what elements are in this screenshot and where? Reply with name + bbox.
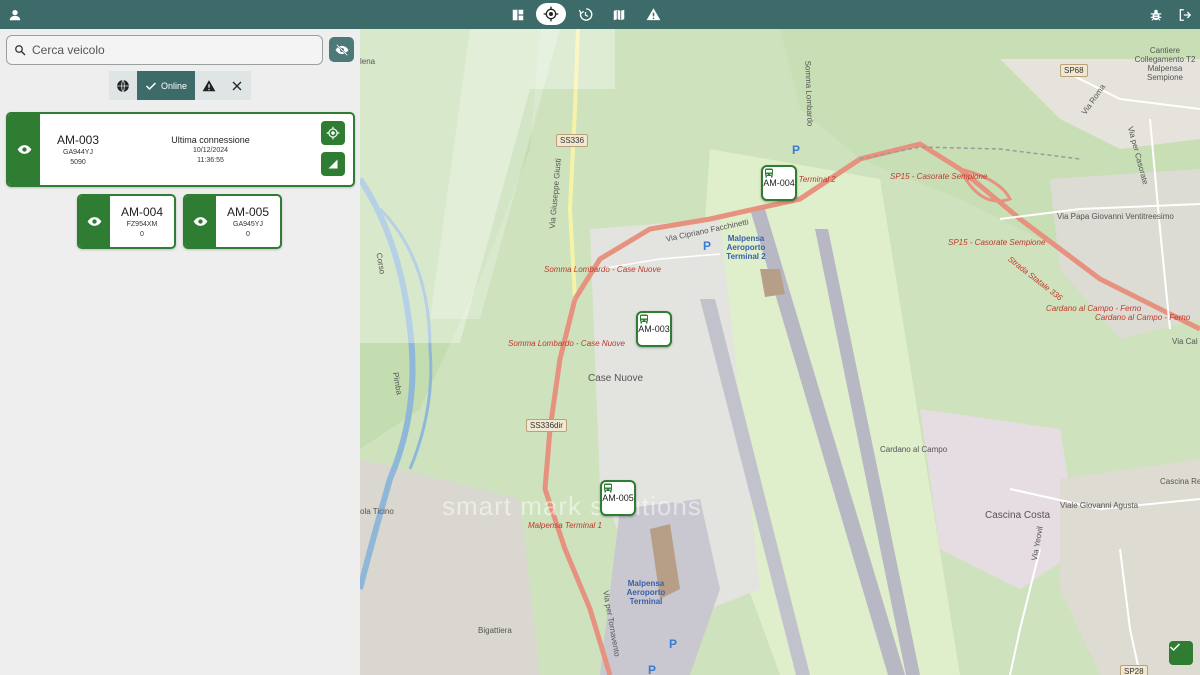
map-label: Cascina Costa: [985, 510, 1051, 521]
vehicle-name: AM-005: [226, 205, 270, 219]
filter-all[interactable]: [109, 71, 137, 100]
map-label: Cantiere Collegamento T2 Malpensa Sempio…: [1134, 46, 1196, 82]
locate-icon: [326, 126, 340, 140]
status-filters: Online: [109, 71, 251, 100]
map-confirm-button[interactable]: [1169, 641, 1193, 665]
vehicle-odometer: 5090: [70, 159, 86, 166]
map-label: Cardano al Campo - Ferno: [1046, 304, 1142, 313]
map-label: Cascina Re: [1160, 477, 1200, 486]
eye-icon: [17, 145, 31, 154]
road-shield: SS336dir: [526, 419, 567, 432]
parking-icon: P: [792, 143, 801, 157]
map-label: Cardano al Campo: [880, 445, 948, 454]
parking-icon: P: [703, 239, 712, 253]
parking-icon: P: [669, 637, 678, 651]
warning-icon[interactable]: [638, 0, 668, 29]
check-icon: [145, 81, 157, 90]
dashboard-icon[interactable]: [503, 0, 533, 29]
filter-offline[interactable]: [223, 71, 251, 100]
map-view[interactable]: smart mark solutions SP68 SS336 SS336dir…: [360, 29, 1200, 675]
map-label: Viale Giovanni Agusta: [1060, 501, 1139, 510]
map-icon[interactable]: [604, 0, 634, 29]
vehicle-plate: FZ954XM: [126, 221, 158, 228]
marker-label: AM-004: [763, 178, 795, 188]
road-shield: SP28: [1120, 665, 1148, 675]
vehicle-plate: GA945YJ: [233, 221, 263, 228]
vehicle-panel: Online AM-003 GA944YJ 5090 Ultima connes…: [0, 29, 360, 675]
vehicle-marker[interactable]: AM-005: [600, 480, 636, 516]
locate-vehicle-button[interactable]: [321, 121, 345, 145]
map-label: Bigattiera: [478, 626, 512, 635]
last-connection-time: 11:36:55: [197, 157, 224, 164]
globe-icon: [117, 79, 129, 92]
vehicle-card-selected[interactable]: AM-003 GA944YJ 5090 Ultima connessione 1…: [6, 112, 355, 187]
map-label: lena: [360, 57, 376, 66]
road-shield: SS336: [556, 134, 589, 147]
vehicle-name: AM-003: [56, 133, 100, 147]
road-shield: SP68: [1060, 64, 1088, 77]
signal-button[interactable]: [321, 152, 345, 176]
check-icon: [1169, 643, 1181, 652]
hide-offline-button[interactable]: [329, 37, 354, 62]
search-box: [6, 35, 323, 65]
map-label: a Terminal 2: [792, 175, 836, 184]
map-label: Malpensa Aeroporto Terminal: [626, 579, 666, 606]
filter-alerts[interactable]: [195, 71, 223, 100]
map-label: Via Cal: [1172, 337, 1198, 346]
map-label: Somma Lombardo - Case Nuove: [544, 265, 661, 274]
top-bar: [0, 0, 1200, 29]
last-connection-label: Ultima connessione: [171, 135, 250, 145]
filter-online-label: Online: [160, 80, 187, 91]
locate-icon[interactable]: [536, 3, 566, 25]
visibility-toggle[interactable]: [79, 196, 110, 247]
vehicle-marker[interactable]: AM-003: [636, 311, 672, 347]
vehicle-marker[interactable]: AM-004: [761, 165, 797, 201]
bus-icon: [765, 168, 773, 178]
map-label: SP15 - Casorate Sempione: [890, 172, 988, 181]
person-icon[interactable]: [0, 0, 30, 29]
last-connection-date: 10/12/2024: [192, 147, 229, 154]
marker-label: AM-005: [602, 493, 634, 503]
parking-icon: P: [648, 663, 657, 675]
visibility-toggle[interactable]: [185, 196, 216, 247]
vehicle-name: AM-004: [120, 205, 164, 219]
close-icon: [232, 81, 242, 90]
bug-icon[interactable]: [1141, 0, 1171, 29]
logo-watermark: [360, 29, 615, 343]
warning-icon: [202, 79, 216, 91]
vehicle-card[interactable]: AM-005 GA945YJ 0: [183, 194, 282, 249]
map-label: Malpensa Terminal 1: [528, 521, 602, 530]
map-label: Somma Lombardo - Case Nuove: [508, 339, 625, 348]
vehicle-plate: GA944YJ: [63, 149, 93, 156]
visibility-toggle[interactable]: [8, 114, 40, 185]
map-label: SP15 - Casorate Sempione: [948, 238, 1046, 247]
map-label: Malpensa Aeroporto Terminal 2: [726, 234, 766, 261]
signal-icon: [328, 159, 338, 169]
eye-icon: [87, 217, 102, 226]
watermark-text: smart mark solutions: [442, 491, 702, 521]
eye-off-icon: [335, 43, 348, 56]
map-label: Cardano al Campo - Ferno: [1095, 313, 1191, 322]
logout-icon[interactable]: [1170, 0, 1200, 29]
bus-icon: [640, 314, 648, 324]
map-label: Case Nuove: [588, 373, 644, 384]
eye-icon: [193, 217, 208, 226]
marker-label: AM-003: [638, 324, 670, 334]
map-label: Via Papa Giovanni Ventitreesimo: [1057, 212, 1174, 221]
bus-icon: [604, 483, 612, 493]
vehicle-card[interactable]: AM-004 FZ954XM 0: [77, 194, 176, 249]
vehicle-odometer: 0: [246, 231, 250, 238]
history-icon[interactable]: [570, 0, 600, 29]
map-label: ola Ticino: [360, 507, 394, 516]
search-input[interactable]: [32, 43, 302, 57]
search-icon: [15, 45, 26, 56]
filter-online[interactable]: Online: [137, 71, 195, 100]
vehicle-odometer: 0: [140, 231, 144, 238]
